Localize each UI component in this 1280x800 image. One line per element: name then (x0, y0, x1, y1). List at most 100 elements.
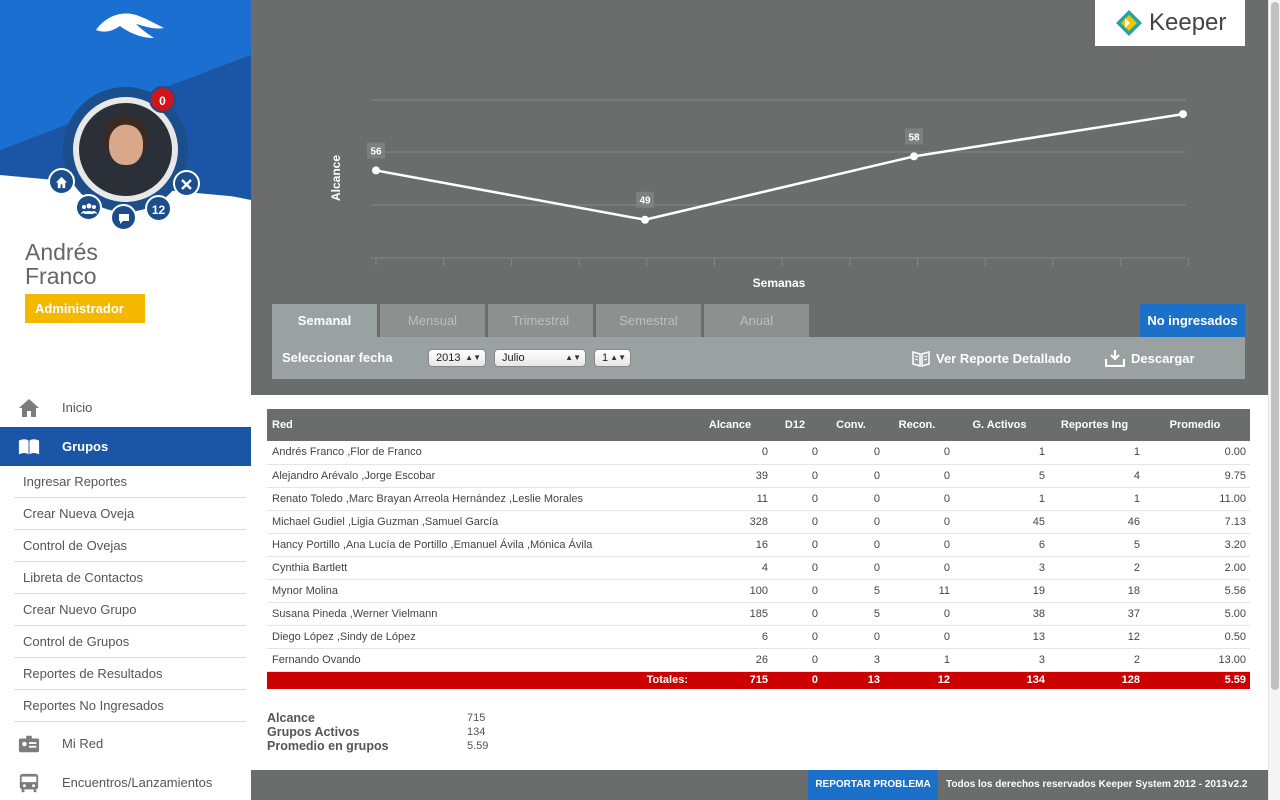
chart-point[interactable] (372, 166, 380, 175)
submenu-item[interactable]: Reportes No Ingresados (14, 690, 246, 722)
value-cell: 0 (822, 487, 884, 511)
table-row[interactable]: Fernando Ovando 26 0 3 1 3 2 13.00 (267, 648, 1250, 672)
chat-icon[interactable] (110, 204, 137, 231)
column-header[interactable]: Promedio (1144, 409, 1250, 441)
value-cell: 7.13 (1144, 510, 1250, 534)
sidebar-item-label: Encuentros/Lanzamientos (62, 775, 213, 790)
chart-panel: 56 49 58 Alcance Semanas Keeper Semanal Men… (251, 0, 1268, 395)
table-row[interactable]: Alejandro Arévalo ,Jorge Escobar 39 0 0 0 5 4 9… (267, 464, 1250, 488)
table-row[interactable]: Susana Pineda ,Werner Vielmann 185 0 5 0 38 37… (267, 602, 1250, 626)
table-row[interactable]: Andrés Franco ,Flor de Franco 0 0 0 0 1 1 0.00 (267, 441, 1250, 465)
notification-badge[interactable]: 0 (149, 86, 176, 113)
value-cell: 5.56 (1144, 579, 1250, 603)
year-select-value: 2013 (436, 352, 461, 364)
chart-point[interactable] (1179, 110, 1187, 119)
value-cell: 39 (692, 464, 772, 488)
month-select[interactable]: Julio ▲▼ (494, 349, 586, 367)
chart-point[interactable] (641, 215, 649, 224)
value-cell: 0 (884, 464, 954, 488)
chart-data-label: 56 (370, 146, 382, 157)
avatar[interactable] (79, 103, 172, 196)
value-cell: 13.00 (1144, 648, 1250, 672)
submenu-item[interactable]: Control de Ovejas (14, 530, 246, 562)
sidebar-item-mi-red[interactable]: Mi Red (0, 724, 251, 763)
column-header[interactable]: Recon. (884, 409, 954, 441)
value-cell: 1 (1049, 487, 1144, 511)
table-row[interactable]: Cynthia Bartlett 4 0 0 0 3 2 2.00 (267, 556, 1250, 580)
value-cell: 0 (772, 579, 822, 603)
summary-row: Promedio en grupos 5.59 (267, 739, 488, 753)
tab-mensual[interactable]: Mensual (380, 304, 485, 337)
column-header[interactable]: Conv. (822, 409, 884, 441)
value-cell: 0 (884, 487, 954, 511)
value-cell: 0 (772, 441, 822, 465)
download-button[interactable]: Descargar (1105, 349, 1195, 367)
sidebar-item-encuentros[interactable]: Encuentros/Lanzamientos (0, 763, 251, 800)
submenu-item[interactable]: Crear Nuevo Grupo (14, 594, 246, 626)
no-ingresados-button[interactable]: No ingresados (1140, 304, 1245, 337)
value-cell: 5 (822, 579, 884, 603)
table-row[interactable]: Michael Gudiel ,Ligia Guzman ,Samuel Gar… (267, 510, 1250, 534)
table-row[interactable]: Renato Toledo ,Marc Brayan Arreola Herná… (267, 487, 1250, 511)
keeper-brand[interactable]: Keeper (1095, 0, 1245, 46)
column-header[interactable]: Reportes Ing (1049, 409, 1144, 441)
network-cell: Susana Pineda ,Werner Vielmann (267, 602, 692, 626)
day-select-value: 1 (602, 352, 609, 364)
tab-trimestral[interactable]: Trimestral (488, 304, 593, 337)
month-select-value: Julio (502, 352, 525, 364)
groups-count-button[interactable]: 12 (145, 195, 172, 222)
sidebar-item-label: Mi Red (62, 736, 104, 751)
close-icon[interactable] (173, 170, 200, 197)
value-cell: 0.00 (1144, 441, 1250, 465)
value-cell: 18 (1049, 579, 1144, 603)
value-cell: 3 (822, 648, 884, 672)
keeper-logo-icon (1116, 10, 1142, 36)
value-cell: 1 (954, 487, 1049, 511)
day-select[interactable]: 1 ▲▼ (594, 349, 631, 367)
submenu-item[interactable]: Reportes de Resultados (14, 658, 246, 690)
chart-point[interactable] (910, 152, 918, 161)
summary-label: Alcance (267, 711, 315, 725)
value-cell: 11.00 (1144, 487, 1250, 511)
table-row[interactable]: Mynor Molina 100 0 5 11 19 18 5.56 (267, 579, 1250, 603)
value-cell: 46 (1049, 510, 1144, 534)
version-label: v2.2 (1228, 779, 1248, 790)
network-cell: Diego López ,Sindy de López (267, 625, 692, 649)
home-icon[interactable] (48, 168, 75, 195)
submenu-item[interactable]: Crear Nueva Oveja (14, 498, 246, 530)
submenu-item[interactable]: Libreta de Contactos (14, 562, 246, 594)
value-cell: 16 (692, 533, 772, 557)
users-icon[interactable] (75, 194, 102, 221)
main-content: 56 49 58 Alcance Semanas Keeper Semanal Men… (251, 0, 1280, 800)
value-cell: 11 (692, 487, 772, 511)
submenu-item[interactable]: Control de Grupos (14, 626, 246, 658)
value-cell: 1 (884, 648, 954, 672)
submenu-item[interactable]: Ingresar Reportes (14, 466, 246, 498)
summary-block: Alcance 715 Grupos Activos 134 Promedio en g… (267, 711, 488, 753)
sidebar-item-grupos[interactable]: Grupos (0, 427, 251, 466)
table-row[interactable]: Hancy Portillo ,Ana Lucía de Portillo ,E… (267, 533, 1250, 557)
sidebar-item-inicio[interactable]: Inicio (0, 388, 251, 427)
tab-semestral[interactable]: Semestral (596, 304, 701, 337)
filter-bar: Seleccionar fecha 2013 ▲▼ Julio ▲▼ 1 ▲▼ Ver… (272, 337, 1245, 379)
value-cell: 5 (954, 464, 1049, 488)
period-tabs: Semanal Mensual Trimestral Semestral Anual (272, 304, 812, 337)
value-cell: 1 (954, 441, 1049, 465)
view-report-button[interactable]: Ver Reporte Detallado (912, 349, 1071, 367)
scrollbar[interactable] (1268, 0, 1280, 800)
year-select[interactable]: 2013 ▲▼ (428, 349, 486, 367)
column-header[interactable]: Alcance (692, 409, 772, 441)
download-icon (1105, 350, 1125, 367)
column-header[interactable]: D12 (772, 409, 822, 441)
column-header[interactable]: G. Activos (954, 409, 1049, 441)
app-logo[interactable] (92, 8, 167, 45)
column-header[interactable]: Red (267, 409, 692, 441)
table-row[interactable]: Diego López ,Sindy de López 6 0 0 0 13 12 0.50 (267, 625, 1250, 649)
total-cell: 715 (749, 674, 768, 687)
value-cell: 0 (772, 648, 822, 672)
network-cell: Andrés Franco ,Flor de Franco (267, 441, 692, 465)
report-problem-button[interactable]: REPORTAR PROBLEMA (808, 770, 938, 800)
scrollbar-thumb[interactable] (1271, 2, 1279, 690)
tab-anual[interactable]: Anual (704, 304, 809, 337)
tab-semanal[interactable]: Semanal (272, 304, 377, 337)
